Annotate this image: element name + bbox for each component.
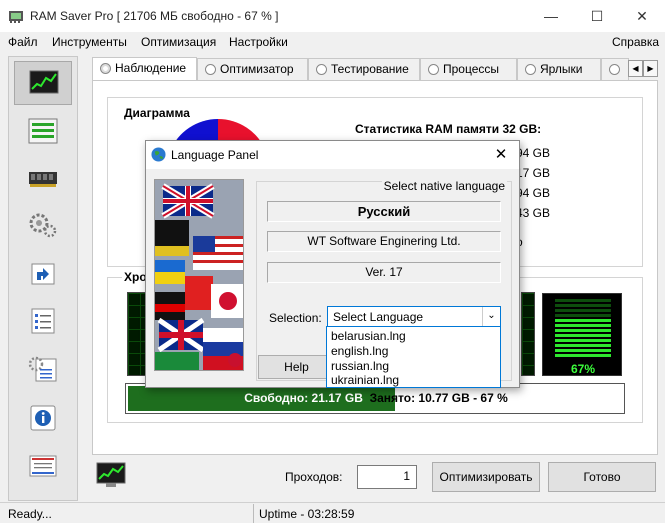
maximize-button[interactable]: ☐ (574, 0, 620, 32)
window-title: RAM Saver Pro [ 21706 МБ свободно - 67 %… (30, 9, 279, 23)
tab-radio-icon (428, 64, 439, 75)
language-option[interactable]: russian.lng (331, 359, 389, 373)
sidebar-checklist-button[interactable] (14, 300, 72, 344)
tab-label: Процессы (443, 62, 500, 76)
language-group-title: Select native language (381, 179, 507, 193)
free-memory-label: Свободно: 21.17 GB Занято: 10.77 GB - 67… (126, 384, 626, 413)
tab-radio-icon (205, 64, 216, 75)
bottom-monitor-icon (96, 462, 126, 487)
selection-label: Selection: (269, 311, 322, 325)
checklist-icon (31, 308, 55, 334)
current-language-box: Русский (267, 201, 501, 222)
passes-label: Проходов: (285, 470, 343, 484)
stat-value: 94 GB (516, 146, 551, 160)
tab-shortcuts[interactable]: Ярлыки (517, 58, 601, 80)
language-option[interactable]: belarusian.lng (331, 329, 406, 343)
version-box: Ver. 17 (267, 262, 501, 283)
menu-settings[interactable]: Настройки (229, 35, 288, 49)
language-option[interactable]: ukrainian.lng (331, 373, 399, 387)
tab-scroll-right-icon[interactable]: ▶ (643, 60, 658, 77)
done-button[interactable]: Готово (548, 462, 656, 492)
tab-radio-icon (525, 64, 536, 75)
sidebar-report-button[interactable] (14, 445, 72, 489)
company-box: WT Software Enginering Ltd. (267, 231, 501, 252)
language-option[interactable]: english.lng (331, 344, 388, 358)
history-graph-right (521, 292, 535, 376)
title-bar: RAM Saver Pro [ 21706 МБ свободно - 67 %… (0, 0, 665, 32)
stat-value: 17 GB (516, 166, 551, 180)
stat-value: 94 GB (516, 186, 551, 200)
tab-label: Оптимизатор (220, 62, 294, 76)
dialog-close-button[interactable]: ✕ (489, 143, 513, 167)
language-select[interactable]: Select Language ⌄ (327, 306, 501, 328)
report-icon (29, 455, 57, 477)
tab-strip: Наблюдение Оптимизатор Тестирование Проц… (92, 57, 658, 81)
flags-image (155, 180, 243, 370)
shortcut-arrow-icon (31, 263, 55, 285)
globe-icon (151, 147, 166, 162)
tab-optimizer[interactable]: Оптимизатор (197, 58, 308, 80)
tab-label: Ярлыки (540, 62, 583, 76)
diagram-title: Диаграмма (122, 106, 192, 120)
minimize-button[interactable]: — (528, 0, 574, 32)
dialog-title-bar: Language Panel ✕ (146, 141, 519, 169)
sidebar-memory-button[interactable] (14, 110, 72, 154)
menu-tools[interactable]: Инструменты (52, 35, 127, 49)
sidebar-ram-button[interactable] (14, 157, 72, 201)
sidebar-info-button[interactable] (14, 397, 72, 441)
tab-label: Наблюдение (115, 61, 187, 75)
tab-label: Тестирование (331, 62, 409, 76)
stat-value: 43 GB (516, 206, 551, 220)
tab-more[interactable] (601, 58, 629, 80)
menu-optimization[interactable]: Оптимизация (141, 35, 216, 49)
sidebar-monitor-button[interactable] (14, 61, 72, 105)
passes-input[interactable]: 1 (357, 465, 417, 489)
menu-bar: Файл Инструменты Оптимизация Настройки С… (0, 32, 665, 54)
tab-processes[interactable]: Процессы (420, 58, 517, 80)
language-select-value: Select Language (333, 310, 424, 324)
tab-monitor[interactable]: Наблюдение (92, 57, 197, 81)
uptime-text: Uptime - 03:28:59 (259, 507, 355, 521)
sidebar-optimizer-button[interactable] (14, 204, 72, 248)
help-button[interactable]: Help (258, 355, 335, 379)
status-bar: Ready... Uptime - 03:28:59 (0, 502, 665, 523)
gears-icon (29, 213, 57, 238)
info-icon (30, 405, 56, 431)
tab-scroll-arrows: ◀ ▶ (628, 60, 658, 77)
flags-picture (154, 179, 244, 371)
memory-meter: 67% (542, 293, 622, 376)
sidebar-settings-button[interactable] (14, 348, 72, 392)
tab-scroll-left-icon[interactable]: ◀ (628, 60, 643, 77)
sidebar (8, 56, 78, 501)
tab-radio-icon (316, 64, 327, 75)
language-dropdown-list: belarusian.lng english.lng russian.lng u… (326, 326, 501, 388)
memory-bars-icon (28, 118, 58, 144)
meter-percent: 67% (570, 362, 596, 376)
sidebar-shortcut-button[interactable] (14, 253, 72, 297)
ram-chip-icon (29, 172, 57, 187)
menu-help[interactable]: Справка (612, 35, 659, 49)
taken-label: Занято: 10.77 GB - 67 % (369, 391, 508, 405)
dialog-title: Language Panel (171, 148, 259, 162)
optimize-button[interactable]: Оптимизировать (432, 462, 540, 492)
tab-radio-icon (100, 63, 111, 74)
monitor-chart-icon (29, 70, 59, 94)
menu-file[interactable]: Файл (8, 35, 38, 49)
free-label: Свободно: 21.17 GB (244, 391, 363, 405)
app-icon (9, 11, 23, 23)
tab-testing[interactable]: Тестирование (308, 58, 420, 80)
close-button[interactable]: ✕ (619, 0, 665, 32)
ram-stats-title: Статистика RAM памяти 32 GB: (355, 122, 542, 136)
chevron-down-icon[interactable]: ⌄ (482, 307, 500, 327)
settings-list-icon (28, 356, 57, 382)
tab-radio-icon (609, 64, 620, 75)
status-text: Ready... (8, 507, 52, 521)
